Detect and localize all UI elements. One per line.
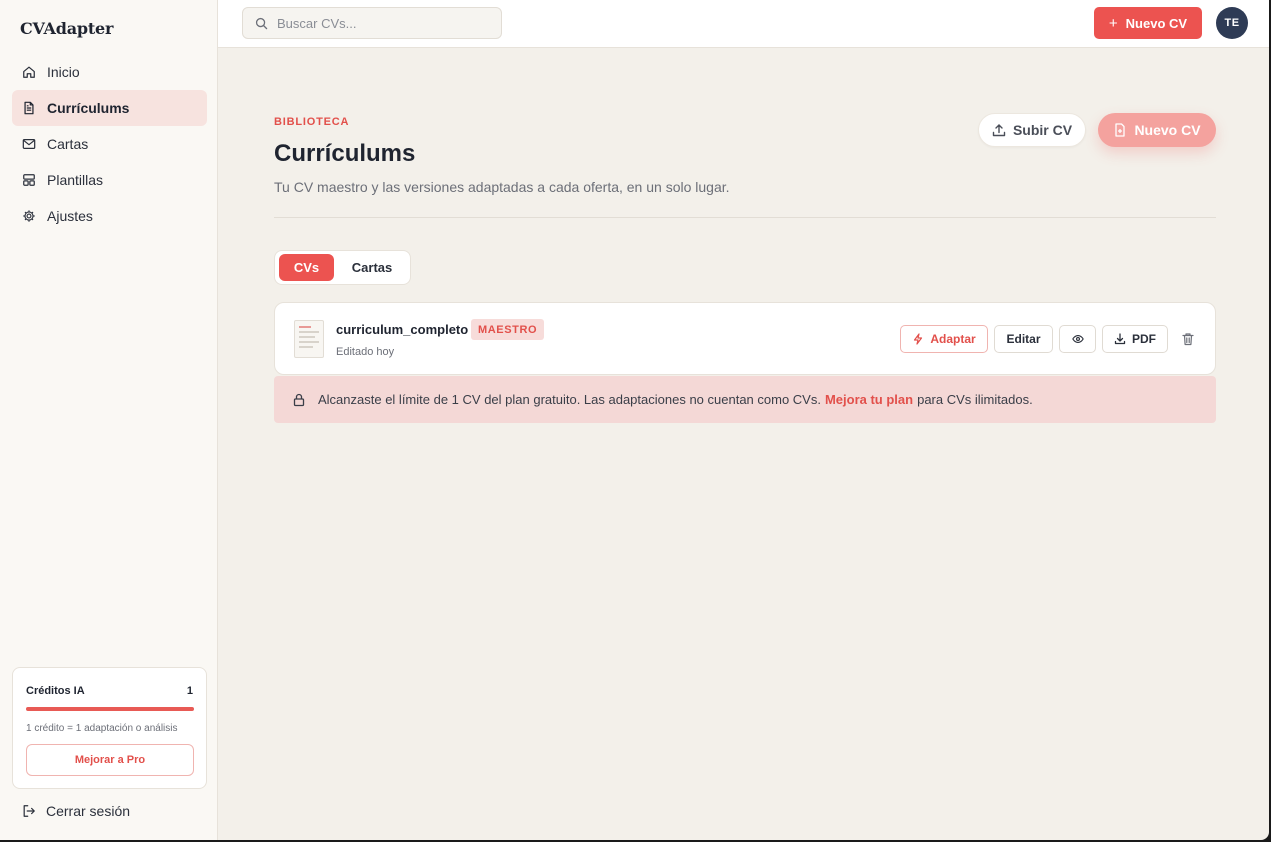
- cv-name[interactable]: curriculum_completo: [336, 322, 468, 337]
- lock-icon: [292, 393, 306, 407]
- sidebar-item-label: Ajustes: [47, 208, 93, 224]
- upload-icon: [992, 123, 1006, 137]
- cv-actions: Adaptar Editar PDF: [900, 325, 1195, 353]
- sidebar-item-label: Cartas: [47, 136, 89, 152]
- upload-cv-label: Subir CV: [1012, 122, 1073, 138]
- preview-button[interactable]: [1059, 325, 1096, 353]
- brand-logo[interactable]: CVAdapter: [20, 19, 113, 38]
- sidebar: CVAdapter Inicio Currículums Cartas Plan…: [0, 0, 218, 840]
- adapt-button[interactable]: Adaptar: [900, 325, 988, 353]
- credits-count: 1: [186, 685, 193, 697]
- mail-icon: [22, 137, 36, 151]
- download-pdf-button[interactable]: PDF: [1102, 325, 1168, 353]
- credits-note: 1 crédito = 1 adaptación o análisis: [26, 723, 178, 734]
- limit-text-after: para CVs ilimitados.: [917, 392, 1033, 407]
- sidebar-item-plantillas[interactable]: Plantillas: [12, 162, 207, 198]
- user-avatar[interactable]: TE: [1216, 7, 1248, 39]
- plan-limit-notice: Alcanzaste el límite de 1 CV del plan gr…: [274, 376, 1216, 423]
- sidebar-item-inicio[interactable]: Inicio: [12, 54, 207, 90]
- template-icon: [22, 173, 36, 187]
- search-box: [242, 7, 502, 39]
- new-document-icon: [1113, 123, 1127, 137]
- tabs-switcher: CVs Cartas: [274, 250, 411, 285]
- page-title: Currículums: [274, 140, 416, 167]
- lightning-icon: [912, 333, 924, 345]
- plus-icon: +: [1108, 14, 1118, 32]
- limit-text: Alcanzaste el límite de 1 CV del plan gr…: [318, 392, 821, 407]
- cv-edited-date: Editado hoy: [336, 346, 395, 358]
- eye-icon: [1071, 333, 1084, 345]
- logout-icon: [22, 804, 36, 818]
- credits-title: Créditos IA: [26, 685, 85, 697]
- new-cv-label: Nuevo CV: [1134, 122, 1201, 138]
- document-icon: [22, 101, 36, 115]
- search-icon: [255, 17, 268, 30]
- logout-label: Cerrar sesión: [46, 803, 131, 819]
- new-cv-button[interactable]: Nuevo CV: [1098, 113, 1216, 147]
- sidebar-item-ajustes[interactable]: Ajustes: [12, 198, 207, 234]
- master-badge: MAESTRO: [471, 319, 545, 340]
- logout-button[interactable]: Cerrar sesión: [22, 803, 130, 819]
- upload-cv-button[interactable]: Subir CV: [978, 113, 1086, 147]
- sidebar-item-label: Plantillas: [47, 172, 104, 188]
- adapt-label: Adaptar: [930, 332, 976, 346]
- edit-button[interactable]: Editar: [994, 325, 1053, 353]
- home-icon: [22, 65, 36, 79]
- app-window: CVAdapter Inicio Currículums Cartas Plan…: [0, 0, 1269, 840]
- trash-icon[interactable]: [1181, 332, 1195, 346]
- top-new-cv-button[interactable]: + Nuevo CV: [1094, 7, 1202, 39]
- top-new-cv-label: Nuevo CV: [1125, 15, 1188, 31]
- credits-progress-fill: [26, 707, 194, 711]
- section-eyebrow: BIBLIOTECA: [274, 116, 350, 128]
- header-divider: [274, 217, 1216, 218]
- credits-card: Créditos IA 1 1 crédito = 1 adaptación o…: [12, 667, 207, 789]
- top-bar: + Nuevo CV TE: [218, 0, 1269, 48]
- cv-thumbnail: [294, 320, 324, 358]
- upgrade-pro-button[interactable]: Mejorar a Pro: [26, 744, 194, 776]
- page-subtitle: Tu CV maestro y las versiones adaptadas …: [274, 179, 730, 195]
- gear-icon: [22, 209, 36, 223]
- sidebar-item-label: Inicio: [47, 64, 80, 80]
- tab-cvs[interactable]: CVs: [279, 254, 334, 281]
- sidebar-item-label: Currículums: [47, 100, 130, 116]
- sidebar-nav: Inicio Currículums Cartas Plantillas Aju…: [12, 54, 207, 234]
- tab-cartas[interactable]: Cartas: [334, 254, 410, 281]
- pdf-label: PDF: [1132, 332, 1156, 346]
- sidebar-item-cartas[interactable]: Cartas: [12, 126, 207, 162]
- cv-card[interactable]: curriculum_completo MAESTRO Editado hoy …: [274, 302, 1216, 375]
- credits-progress-bar: [26, 707, 194, 711]
- sidebar-item-curriculums[interactable]: Currículums: [12, 90, 207, 126]
- upgrade-plan-link[interactable]: Mejora tu plan: [825, 392, 913, 407]
- header-actions: Subir CV Nuevo CV: [978, 113, 1216, 147]
- download-icon: [1114, 333, 1126, 345]
- search-input[interactable]: [277, 15, 487, 31]
